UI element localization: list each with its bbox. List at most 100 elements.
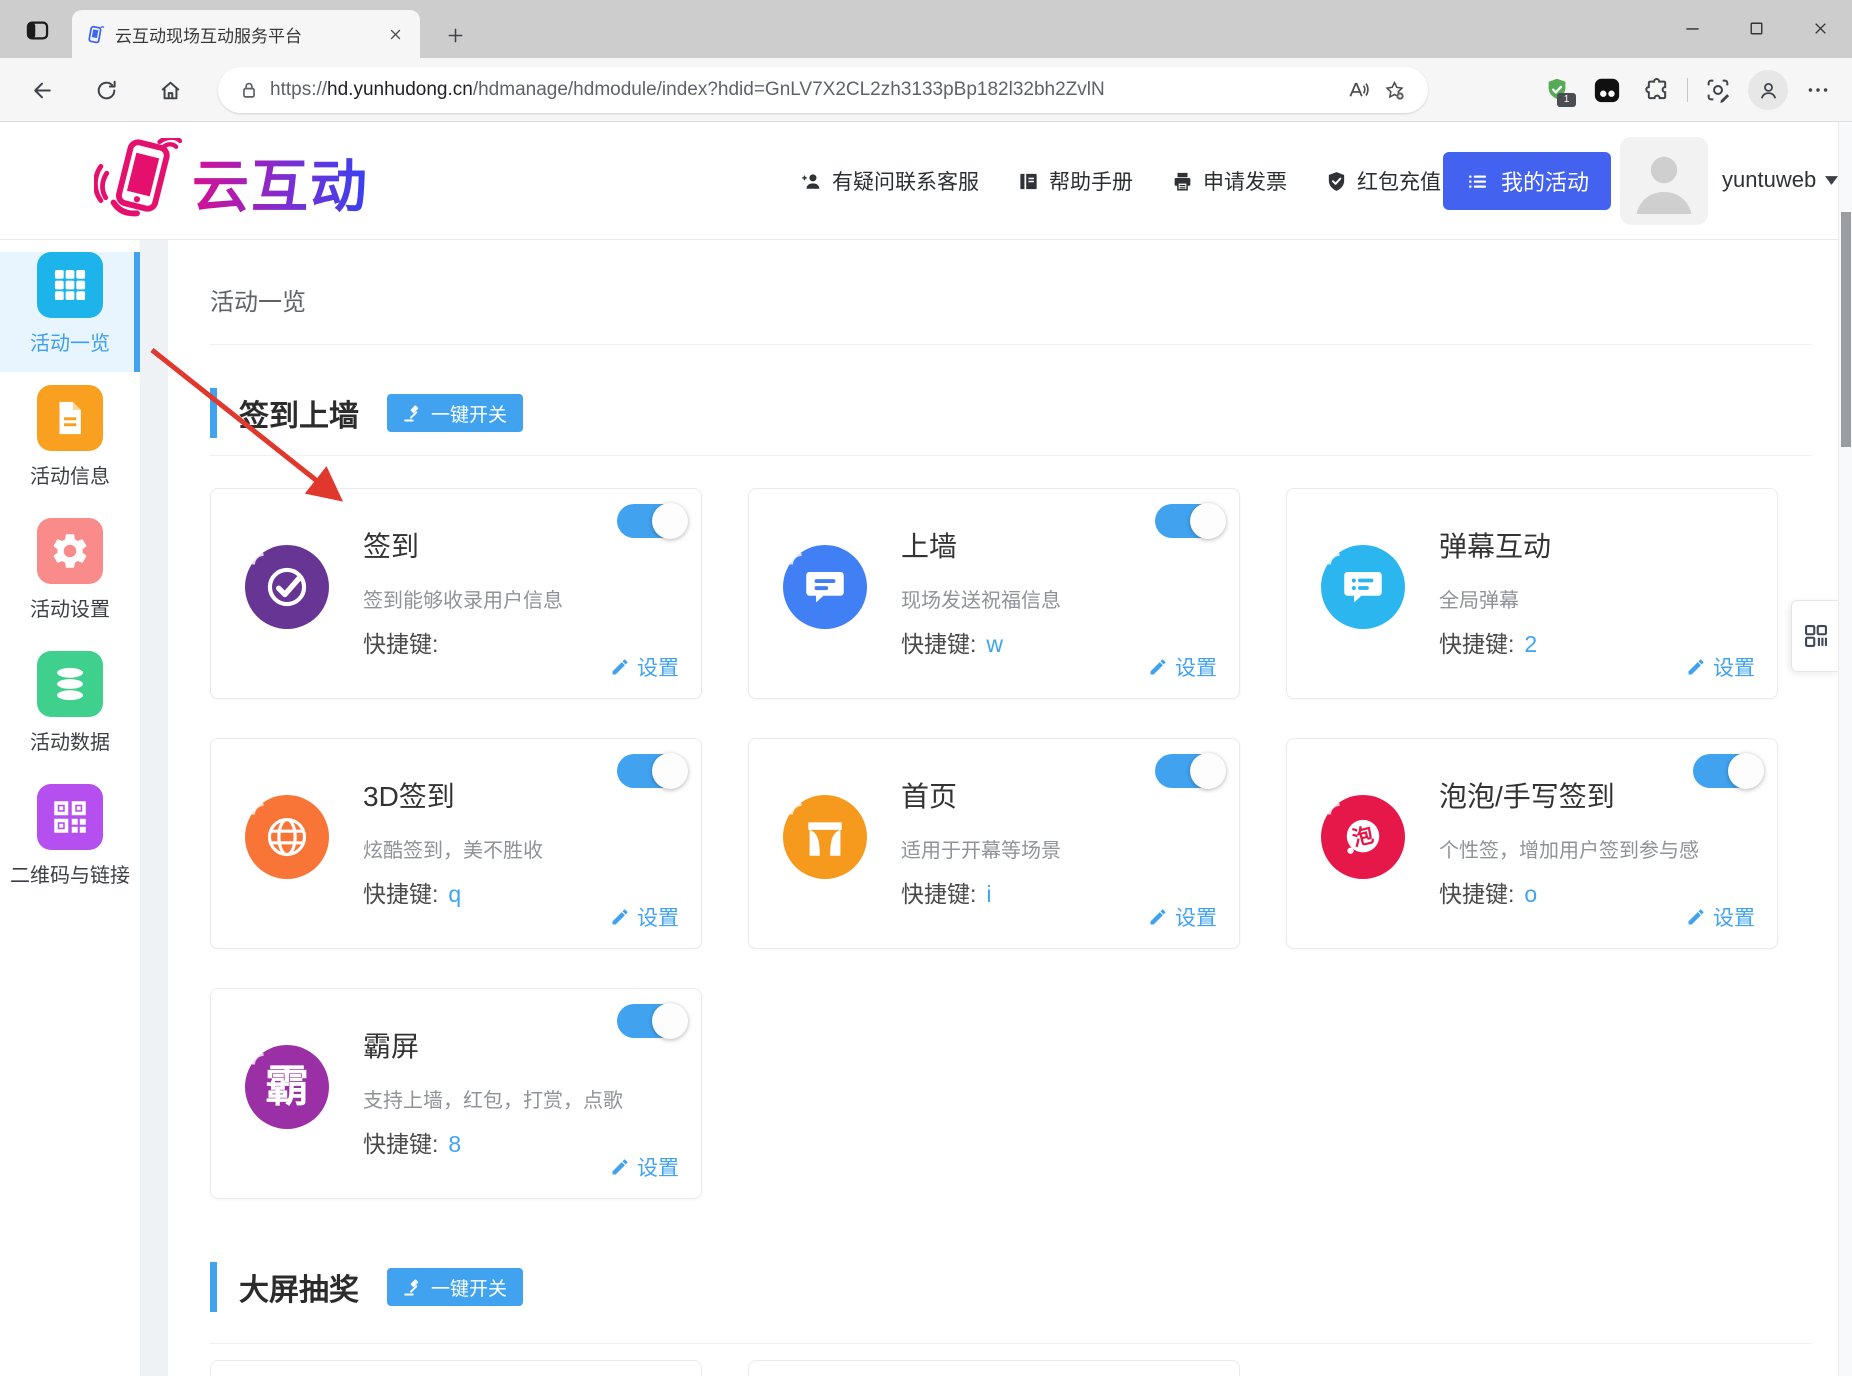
browser-menu-icon[interactable] (1798, 70, 1838, 110)
dark-extension-icon[interactable] (1587, 70, 1627, 110)
avatar[interactable] (1620, 137, 1708, 225)
window-controls (1660, 0, 1852, 56)
sidebar-item[interactable]: 活动设置 (0, 518, 140, 638)
app-header: 云互动 有疑问联系客服 帮助手册 申请发票 红包充值 我的活动 yuntuweb (0, 122, 1852, 240)
window-maximize-button[interactable] (1724, 0, 1788, 56)
module-settings-link[interactable]: 设置 (610, 1152, 679, 1182)
scrollbar-thumb[interactable] (1841, 212, 1851, 447)
pencil-icon (1686, 907, 1706, 927)
settings-label: 设置 (1175, 652, 1217, 682)
one-key-switch-button[interactable]: 一键开关 (387, 394, 523, 432)
refresh-button[interactable] (86, 70, 126, 110)
add-favorite-icon[interactable] (1376, 72, 1412, 108)
back-button[interactable] (22, 70, 62, 110)
module-settings-link[interactable]: 设置 (1686, 902, 1755, 932)
window-minimize-button[interactable] (1660, 0, 1724, 56)
one-key-switch-button[interactable]: 一键开关 (387, 1268, 523, 1306)
module-title: 霸屏 (363, 1029, 605, 1065)
hotkey-label: 快捷键: (1439, 881, 1514, 907)
module-card: 泡 泡泡/手写签到 个性签，增加用户签到参与感 快捷键:o 设置 (1286, 738, 1778, 949)
hotkey-value: i (986, 881, 991, 907)
browser-tab[interactable]: 云互动现场互动服务平台 (72, 10, 420, 58)
module-settings-link[interactable]: 设置 (1148, 902, 1217, 932)
header-nav-label: 红包充值 (1357, 166, 1441, 196)
header-nav: 有疑问联系客服 帮助手册 申请发票 红包充值 (800, 122, 1441, 240)
window-close-button[interactable] (1788, 0, 1852, 56)
section-header-signin-wall: 签到上墙 一键开关 (210, 388, 523, 438)
read-aloud-icon[interactable] (1340, 72, 1376, 108)
hotkey-value: o (1524, 881, 1537, 907)
hotkey-value: q (448, 881, 461, 907)
browser-tab-bar: 云互动现场互动服务平台 (0, 0, 1852, 58)
module-toggle[interactable] (1155, 754, 1223, 788)
shield-extension-icon[interactable]: 1 (1537, 70, 1577, 110)
module-toggle[interactable] (617, 1004, 685, 1038)
hotkey-label: 快捷键: (901, 631, 976, 657)
site-favicon (84, 24, 105, 45)
header-nav-item[interactable]: 有疑问联系客服 (800, 166, 979, 196)
module-desc: 适用于开幕等场景 (901, 839, 1143, 863)
book-icon (1017, 170, 1040, 193)
new-tab-button[interactable] (440, 20, 470, 50)
module-settings-link[interactable]: 设置 (610, 902, 679, 932)
module-title: 签到 (363, 529, 605, 565)
side-panel-toggle-button[interactable] (1791, 600, 1839, 672)
app-logo[interactable]: 云互动 (94, 138, 369, 226)
sidebar-item[interactable]: 活动数据 (0, 651, 140, 771)
module-settings-link[interactable]: 设置 (1148, 652, 1217, 682)
document-icon (37, 385, 103, 451)
user-menu[interactable]: yuntuweb (1722, 167, 1838, 193)
header-nav-item[interactable]: 帮助手册 (1017, 166, 1133, 196)
module-toggle[interactable] (1155, 504, 1223, 538)
sidebar-item[interactable]: 二维码与链接 (0, 784, 140, 904)
extensions-puzzle-icon[interactable] (1637, 70, 1677, 110)
sidebar-item-label: 二维码与链接 (0, 859, 140, 888)
header-nav-item[interactable]: 红包充值 (1325, 166, 1441, 196)
divider (210, 455, 1812, 456)
tab-title: 云互动现场互动服务平台 (115, 22, 382, 47)
address-bar[interactable]: https://hd.yunhudong.cn/hdmanage/hdmodul… (218, 67, 1428, 113)
printer-icon (1171, 170, 1194, 193)
settings-label: 设置 (637, 902, 679, 932)
sidebar-item-label: 活动数据 (0, 726, 140, 755)
browser-profile-icon[interactable] (1748, 70, 1788, 110)
header-nav-item[interactable]: 申请发票 (1171, 166, 1287, 196)
tab-actions-icon[interactable] (20, 13, 54, 47)
home-button[interactable] (150, 70, 190, 110)
header-nav-label: 有疑问联系客服 (832, 166, 979, 196)
module-card: 霸 霸屏 支持上墙，红包，打赏，点歌 快捷键:8 设置 (210, 988, 702, 1199)
apps-grid-icon (1802, 622, 1830, 650)
section-title: 签到上墙 (239, 391, 359, 435)
hotkey-label: 快捷键: (363, 881, 438, 907)
page-title: 活动一览 (210, 282, 306, 317)
module-settings-link[interactable]: 设置 (610, 652, 679, 682)
module-toggle[interactable] (1693, 754, 1761, 788)
page-scrollbar[interactable] (1838, 122, 1852, 1376)
web-capture-icon[interactable] (1698, 70, 1738, 110)
module-title: 上墙 (901, 529, 1143, 565)
module-desc: 炫酷签到，美不胜收 (363, 839, 605, 863)
hotkey-label: 快捷键: (901, 881, 976, 907)
sidebar-item[interactable]: 活动一览 (0, 252, 140, 372)
toolbar-separator (1687, 78, 1688, 102)
tab-close-icon[interactable] (382, 21, 408, 47)
sidebar-item-label: 活动信息 (0, 460, 140, 489)
globe-icon (245, 795, 329, 879)
qrcode-icon (37, 784, 103, 850)
section-accent-bar (210, 1262, 217, 1312)
my-activities-button[interactable]: 我的活动 (1443, 152, 1611, 210)
divider (210, 1343, 1812, 1344)
module-settings-link[interactable]: 设置 (1686, 652, 1755, 682)
module-title: 弹幕互动 (1439, 529, 1681, 565)
pencil-icon (610, 907, 630, 927)
sidebar-item-label: 活动一览 (0, 327, 140, 356)
extensions-area: 1 (1537, 68, 1838, 112)
module-title: 首页 (901, 779, 1143, 815)
pencil-icon (1686, 657, 1706, 677)
url-text: https://hd.yunhudong.cn/hdmanage/hdmodul… (270, 79, 1340, 101)
module-card-partial (748, 1360, 1240, 1376)
module-desc: 个性签，增加用户签到参与感 (1439, 839, 1681, 863)
module-toggle[interactable] (617, 754, 685, 788)
module-toggle[interactable] (617, 504, 685, 538)
sidebar-item[interactable]: 活动信息 (0, 385, 140, 505)
